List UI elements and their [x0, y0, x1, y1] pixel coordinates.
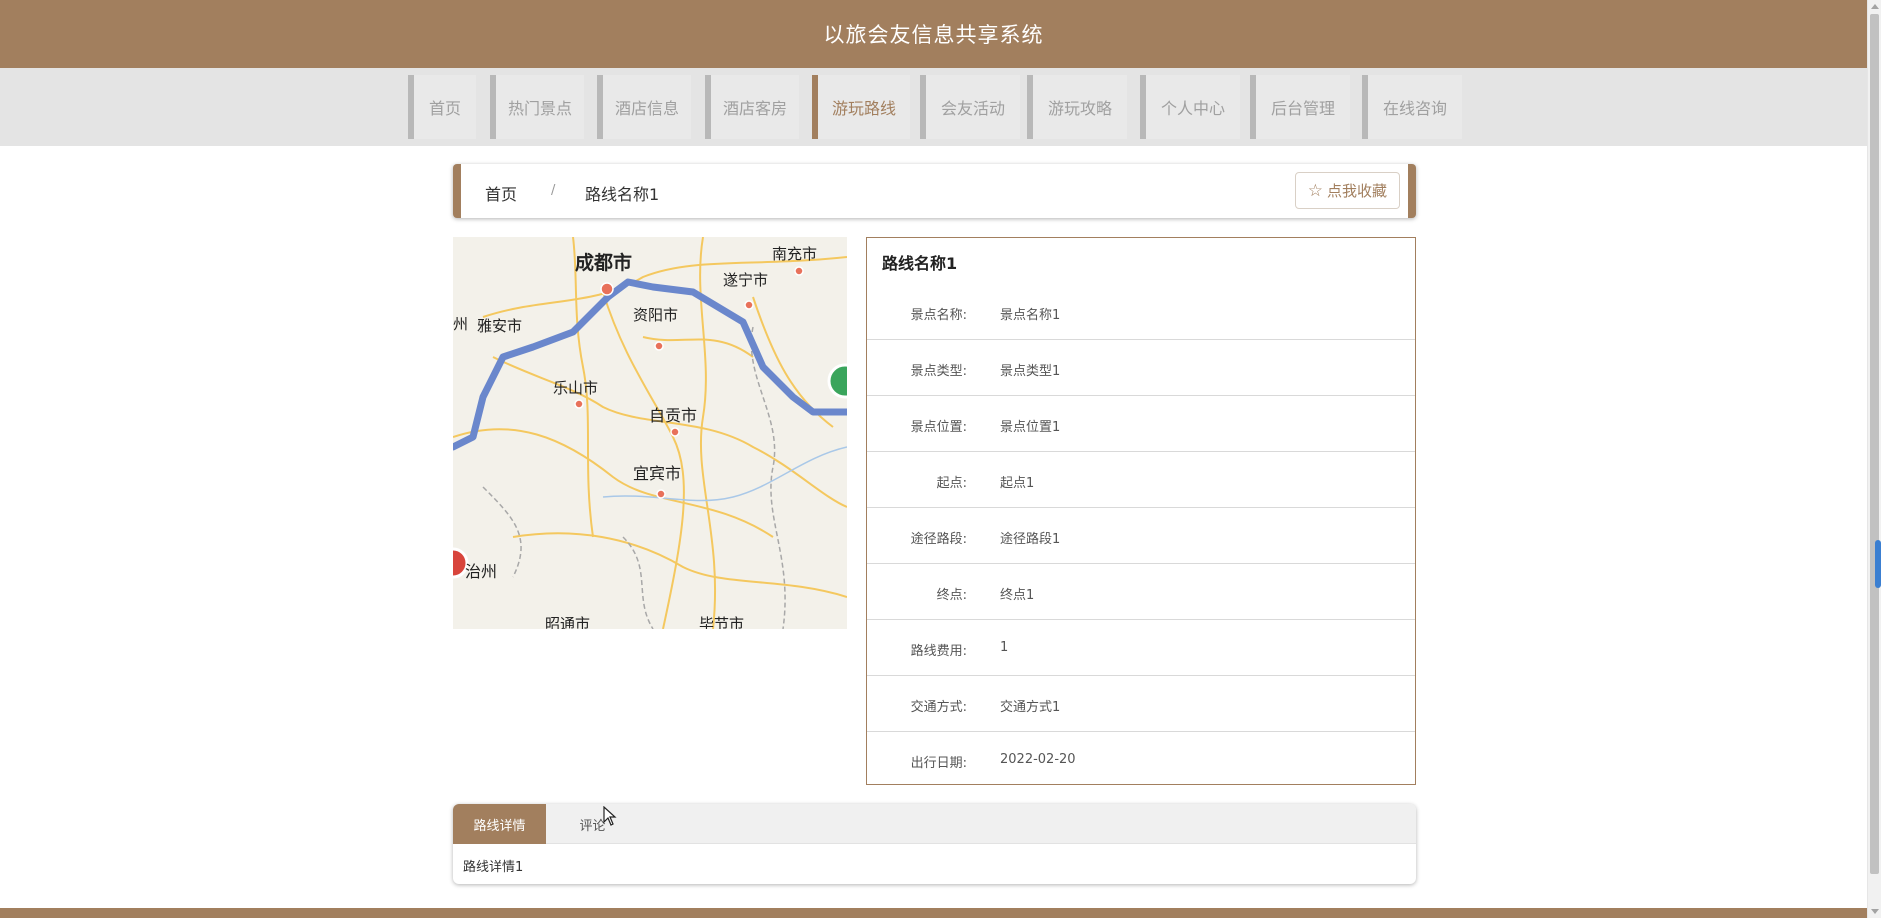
- route-detail-panel: 路线名称1 景点名称: 景点名称1 景点类型: 景点类型1 景点位置: 景点位置…: [866, 237, 1416, 785]
- detail-value: 交通方式1: [1000, 700, 1061, 715]
- route-map-graphic: 成都市 南充市遂宁市资阳市雅安市州乐山市自贡市宜宾市治州昭通市 毕节市: [453, 237, 847, 629]
- mouse-cursor-icon: [603, 806, 617, 826]
- detail-value: 1: [1000, 640, 1009, 655]
- map-city-label: 治州: [465, 563, 497, 581]
- map-city-label: 昭通市: [545, 616, 590, 629]
- breadcrumb: 首页 / 路线名称1 ☆ 点我收藏: [453, 164, 1416, 218]
- route-title: 路线名称1: [882, 254, 958, 273]
- detail-row-attraction-location: 景点位置: 景点位置1: [867, 396, 1415, 452]
- detail-value: 起点1: [1000, 476, 1035, 491]
- scroll-position-marker: [1875, 540, 1881, 588]
- detail-value: 途径路段1: [1000, 532, 1061, 547]
- map-city-label: 南充市: [772, 246, 817, 263]
- detail-label: 景点名称:: [910, 308, 967, 323]
- nav-item-hot-attractions[interactable]: 热门景点: [490, 75, 584, 139]
- detail-label: 起点:: [936, 476, 967, 491]
- tab-content: 路线详情1: [463, 860, 524, 875]
- detail-value: 2022-02-20: [1000, 752, 1076, 767]
- detail-label: 路线费用:: [910, 644, 967, 659]
- breadcrumb-home-link[interactable]: 首页: [485, 181, 517, 205]
- favorite-button[interactable]: ☆ 点我收藏: [1294, 172, 1400, 209]
- map-city-label: 成都市: [575, 251, 632, 274]
- detail-tabs: 路线详情 评论 路线详情1: [453, 804, 1416, 884]
- map-city-label: 宜宾市: [633, 465, 681, 483]
- nav-item-travel-routes[interactable]: 游玩路线: [812, 75, 910, 139]
- map-city-label: 毕节市: [699, 616, 744, 629]
- nav-item-hotel-info[interactable]: 酒店信息: [597, 75, 691, 139]
- scroll-down-arrow-icon[interactable]: [1871, 909, 1879, 914]
- detail-value: 景点位置1: [1000, 420, 1061, 435]
- tab-route-details[interactable]: 路线详情: [453, 804, 546, 844]
- route-map-image: 成都市 南充市 遂宁市资阳市雅安市州乐山市自贡市宜宾市治州昭通市 毕节市: [453, 237, 847, 629]
- detail-row-date: 出行日期: 2022-02-20: [867, 732, 1415, 788]
- map-city-label: 雅安市: [477, 318, 522, 335]
- detail-value: 景点类型1: [1000, 364, 1061, 379]
- map-city-label: 州: [453, 316, 468, 333]
- map-city-label: 自贡市: [649, 407, 697, 425]
- detail-row-attraction-type: 景点类型: 景点类型1: [867, 340, 1415, 396]
- main-content: 首页 / 路线名称1 ☆ 点我收藏 成都市 南充市 遂宁市 资阳市 雅安市 州 …: [0, 146, 1867, 908]
- tab-comments[interactable]: 评论: [546, 804, 639, 844]
- detail-label: 交通方式:: [910, 700, 967, 715]
- nav-item-hotel-rooms[interactable]: 酒店客房: [705, 75, 799, 139]
- nav-item-travel-guides[interactable]: 游玩攻略: [1027, 75, 1127, 139]
- map-city-label: 乐山市: [553, 380, 598, 397]
- detail-row-transport: 交通方式: 交通方式1: [867, 676, 1415, 732]
- nav-item-online-consult[interactable]: 在线咨询: [1362, 75, 1462, 139]
- scroll-thumb[interactable]: [1870, 14, 1879, 874]
- tabs-header: 路线详情 评论: [453, 804, 1416, 844]
- site-title: 以旅会友信息共享系统: [823, 23, 1044, 47]
- site-header: 以旅会友信息共享系统: [0, 0, 1867, 68]
- map-city-label: 遂宁市: [723, 272, 768, 289]
- nav-item-user-center[interactable]: 个人中心: [1140, 75, 1240, 139]
- breadcrumb-separator: /: [551, 183, 556, 198]
- nav-item-home[interactable]: 首页: [408, 75, 476, 139]
- main-nav: 首页 热门景点 酒店信息 酒店客房 游玩路线 会友活动 游玩攻略 个人中心 后台…: [0, 68, 1867, 146]
- scroll-up-arrow-icon[interactable]: [1871, 4, 1879, 9]
- star-outline-icon: ☆: [1307, 180, 1323, 201]
- breadcrumb-current: 路线名称1: [585, 185, 660, 204]
- detail-label: 出行日期:: [910, 756, 967, 771]
- detail-label: 终点:: [936, 588, 967, 603]
- page-scrollbar[interactable]: [1867, 0, 1881, 918]
- favorite-button-label: 点我收藏: [1326, 182, 1387, 200]
- footer-strip: [0, 908, 1867, 918]
- nav-item-meetup-activities[interactable]: 会友活动: [920, 75, 1020, 139]
- detail-label: 景点位置:: [910, 420, 967, 435]
- map-city-label: 资阳市: [633, 307, 678, 324]
- detail-value: 景点名称1: [1000, 308, 1061, 323]
- detail-row-via: 途径路段: 途径路段1: [867, 508, 1415, 564]
- detail-row-cost: 路线费用: 1: [867, 620, 1415, 676]
- detail-row-end: 终点: 终点1: [867, 564, 1415, 620]
- detail-value: 终点1: [1000, 588, 1035, 603]
- detail-label: 途径路段:: [910, 532, 967, 547]
- nav-item-admin[interactable]: 后台管理: [1250, 75, 1350, 139]
- detail-label: 景点类型:: [910, 364, 967, 379]
- detail-row-attraction-name: 景点名称: 景点名称1: [867, 284, 1415, 340]
- detail-row-start: 起点: 起点1: [867, 452, 1415, 508]
